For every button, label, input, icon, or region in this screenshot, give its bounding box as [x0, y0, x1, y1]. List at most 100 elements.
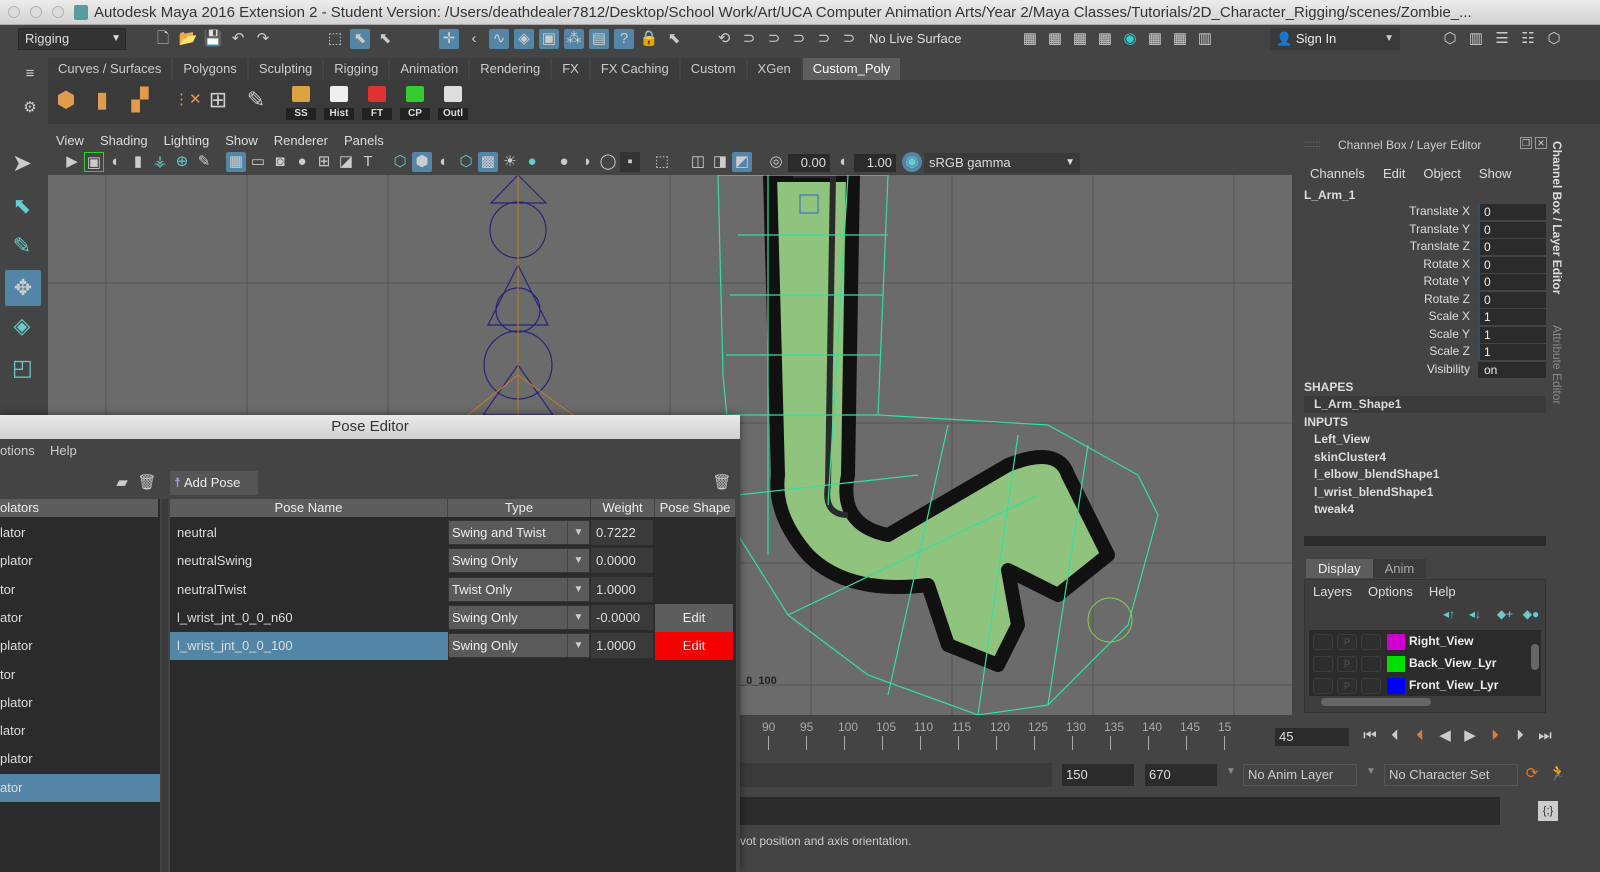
resolution-gate-icon[interactable]: ◙: [270, 152, 290, 172]
pose-name[interactable]: neutralTwist: [170, 576, 448, 604]
display-type-toggle[interactable]: [1361, 678, 1381, 694]
hypershade-icon[interactable]: ▦: [1095, 29, 1115, 49]
interpolator-item[interactable]: plator: [0, 547, 160, 575]
layer-color-swatch[interactable]: [1387, 656, 1405, 672]
open-scene-icon[interactable]: 📂: [178, 29, 198, 49]
channel-value-field[interactable]: 0: [1478, 221, 1546, 238]
shadows-icon[interactable]: ●: [522, 152, 542, 172]
channel-row[interactable]: Scale X 1: [1296, 309, 1548, 326]
render-settings-icon[interactable]: ▦: [1070, 29, 1090, 49]
layer-row[interactable]: P Back_View_Lyr: [1313, 654, 1533, 674]
field-chart-icon[interactable]: ⊞: [314, 152, 334, 172]
screen-space-ao-icon[interactable]: ●: [554, 152, 574, 172]
motion-blur-icon[interactable]: ◑: [576, 152, 596, 172]
playback-toggle[interactable]: P: [1337, 678, 1357, 694]
layer-color-swatch[interactable]: [1387, 634, 1405, 650]
wrist-control[interactable]: [1087, 597, 1133, 643]
step-forward-key-icon[interactable]: ⏵: [1485, 726, 1505, 746]
film-gate-icon[interactable]: ▭: [248, 152, 268, 172]
shelf-button-ss[interactable]: SS: [286, 84, 316, 120]
zoom-window-button[interactable]: [52, 6, 64, 18]
channel-row[interactable]: Translate Y 0: [1296, 221, 1548, 239]
pose-row[interactable]: l_wrist_jnt_0_0_n60 Swing Only ▼ -0.0000 Edi…: [170, 603, 736, 632]
xray-joints-icon[interactable]: ◨: [710, 152, 730, 172]
move-layer-down-icon[interactable]: ◂↓: [1465, 604, 1485, 624]
depth-of-field-icon[interactable]: ▪: [620, 152, 640, 172]
range-slider-bar[interactable]: [740, 763, 1052, 787]
auto-key-icon[interactable]: ⟳: [1522, 764, 1542, 784]
channel-row[interactable]: Rotate Y 0: [1296, 274, 1548, 291]
shelf-settings-gear-icon[interactable]: ⚙: [20, 98, 40, 118]
channel-box-menu-edit[interactable]: Edit: [1383, 166, 1405, 181]
channel-row[interactable]: Translate Z 0: [1296, 239, 1548, 256]
multi-cut-icon[interactable]: ⊞: [208, 89, 228, 111]
pose-weight-field[interactable]: 1.0000: [591, 633, 653, 659]
visibility-toggle[interactable]: [1313, 634, 1333, 650]
shelf-tab-fx-caching[interactable]: FX Caching: [590, 58, 679, 80]
panel-menu-shading[interactable]: Shading: [92, 130, 156, 152]
channel-box-side-tab[interactable]: Channel Box / Layer Editor: [1550, 141, 1564, 294]
character-set-dropdown[interactable]: No Character Set: [1384, 764, 1518, 786]
layer-tab-anim[interactable]: Anim: [1372, 559, 1427, 578]
menu-set-dropdown[interactable]: Rigging ▼: [18, 28, 126, 50]
live-surface-field[interactable]: No Live Surface: [864, 29, 974, 49]
workspace-icon[interactable]: ⬡: [1440, 29, 1460, 49]
new-interpolator-icon[interactable]: ▰: [112, 473, 132, 493]
shelf-tab-animation[interactable]: Animation: [390, 58, 469, 80]
channel-box-scrollbar[interactable]: [1304, 536, 1546, 546]
column-header-pose-name[interactable]: Pose Name: [170, 499, 448, 517]
knife-icon[interactable]: ✎: [246, 89, 266, 111]
channel-value-field[interactable]: 1: [1478, 326, 1546, 343]
editor-icon[interactable]: ▦: [1170, 29, 1190, 49]
step-back-icon[interactable]: ⏴: [1385, 726, 1405, 746]
shelf-tab-custom[interactable]: Custom: [680, 58, 746, 80]
shelf-menu-icon[interactable]: ≡: [20, 64, 40, 84]
attribute-editor-side-tab[interactable]: Attribute Editor: [1550, 325, 1564, 404]
color-management-toggle-icon[interactable]: ◉: [902, 152, 922, 172]
modeling-toolkit-icon[interactable]: ▥: [1466, 29, 1486, 49]
default-material-icon[interactable]: ◐: [434, 152, 454, 172]
go-to-end-icon[interactable]: ⏭: [1535, 726, 1555, 746]
pose-type-dropdown[interactable]: Swing and Twist ▼: [448, 520, 590, 545]
panel-menu-lighting[interactable]: Lighting: [156, 130, 218, 152]
channel-row[interactable]: Rotate X 0: [1296, 256, 1548, 274]
menu-help[interactable]: Help: [50, 443, 77, 458]
construction-history-icon[interactable]: ⟲: [714, 29, 734, 49]
pose-editor-title-bar[interactable]: Pose Editor: [0, 415, 740, 439]
lock-icon[interactable]: 🔒: [639, 29, 659, 49]
column-header-weight[interactable]: Weight: [591, 499, 655, 517]
gate-mask-icon[interactable]: ●: [292, 152, 312, 172]
channel-value-field[interactable]: on: [1478, 361, 1546, 378]
wireframe-on-shaded-icon[interactable]: ⬡: [456, 152, 476, 172]
scale-tool-icon[interactable]: ◰: [12, 357, 33, 379]
channel-row[interactable]: Scale Z 1: [1296, 344, 1548, 361]
pose-weight-field[interactable]: 0.0000: [591, 548, 653, 574]
shelf-button-outl[interactable]: Outl: [438, 84, 468, 120]
channel-row[interactable]: Translate X 0: [1296, 204, 1548, 221]
move-layer-up-icon[interactable]: ◂↑: [1439, 604, 1459, 624]
undo-icon[interactable]: ↶: [228, 29, 248, 49]
close-window-button[interactable]: [8, 6, 20, 18]
layer-color-swatch[interactable]: [1387, 678, 1405, 694]
editor-icon[interactable]: ▥: [1195, 29, 1215, 49]
display-type-toggle[interactable]: [1361, 656, 1381, 672]
step-back-key-icon[interactable]: ⏴: [1410, 726, 1430, 746]
range-end-field[interactable]: 150: [1062, 764, 1134, 786]
select-tool-icon[interactable]: ➤: [12, 152, 32, 176]
channel-value-field[interactable]: 0: [1478, 274, 1546, 290]
shelf-tab-xgen[interactable]: XGen: [747, 58, 801, 80]
rotate-tool-icon[interactable]: ◈: [12, 315, 32, 337]
ipr-icon[interactable]: ▦: [1045, 29, 1065, 49]
pose-type-dropdown[interactable]: Twist Only ▼: [448, 576, 590, 602]
select-icon[interactable]: ⬉: [664, 29, 684, 49]
bookmark-icon[interactable]: ▮: [128, 152, 148, 172]
shelf-tab-sculpting[interactable]: Sculpting: [248, 58, 323, 80]
render-icon[interactable]: ▦: [1020, 29, 1040, 49]
interpolator-item[interactable]: tor: [0, 576, 160, 604]
time-slider[interactable]: 90 95 100 105 110 115 120 125 130 135 140 145 15 45 …: [740, 716, 1600, 756]
safe-title-icon[interactable]: T: [358, 152, 378, 172]
interpolator-item[interactable]: lator: [0, 717, 160, 745]
step-forward-icon[interactable]: ⏵: [1510, 726, 1530, 746]
pose-type-dropdown[interactable]: Swing Only ▼: [448, 604, 590, 630]
panel-menu-view[interactable]: View: [48, 130, 92, 152]
